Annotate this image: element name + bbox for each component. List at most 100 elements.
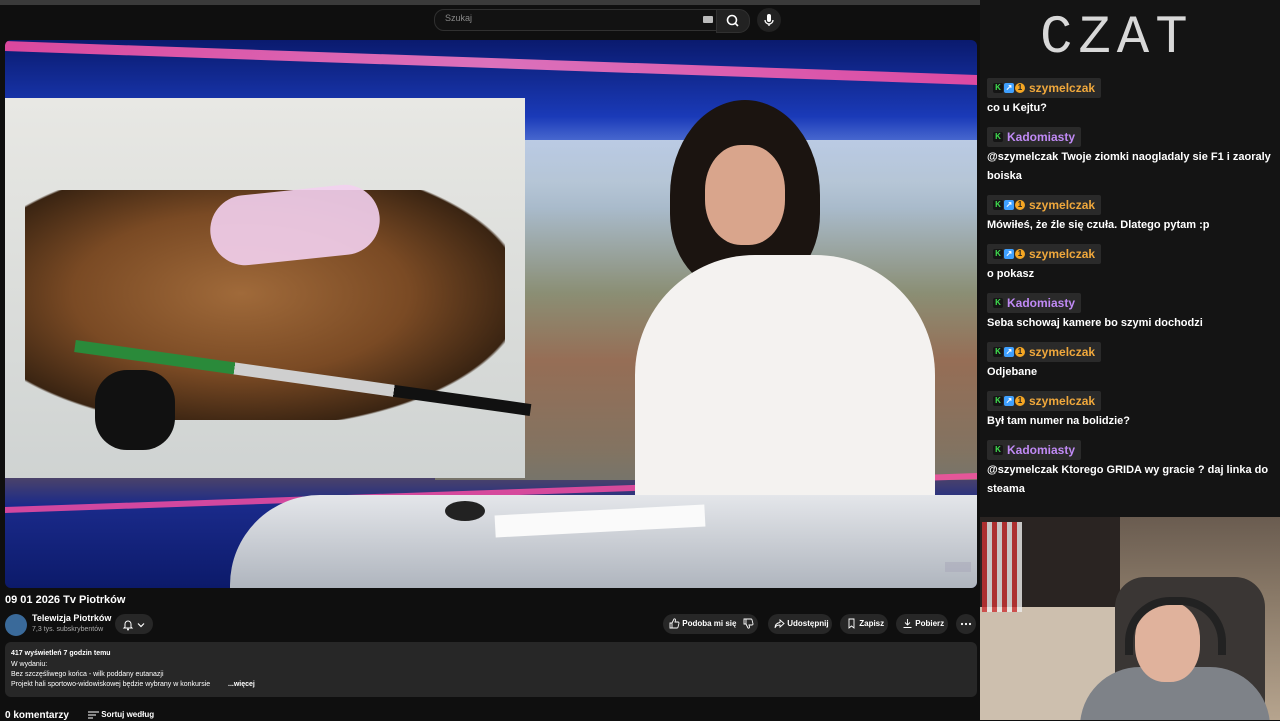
video-presenter-face: [705, 145, 785, 245]
like-label: Podoba mi się: [682, 619, 737, 628]
bookmark-icon: [848, 618, 855, 630]
like-button[interactable]: Podoba mi się: [669, 614, 736, 634]
chat-message-text: Odjebane: [987, 366, 1038, 379]
chat-username-tag: K ↗ 1 szymelczak: [987, 195, 1102, 216]
chat-badges: K ↗ 1: [993, 392, 1026, 410]
webcam-feed: [980, 517, 1280, 720]
video-watermark-logo: [945, 562, 971, 572]
kick-badge-icon: K: [993, 82, 1003, 93]
chat-message-text: @szymelczak Twoje ziomki naogladaly sie …: [987, 151, 1271, 183]
chat-username-tag: K Kadomiasty: [987, 293, 1082, 314]
chat-username-tag: K Kadomiasty: [987, 440, 1082, 461]
chat-badges: K: [993, 294, 1004, 312]
sort-button[interactable]: Sortuj według: [88, 710, 154, 719]
chat-badges: K ↗ 1: [993, 196, 1026, 214]
channel-name[interactable]: Telewizja Piotrków: [32, 613, 111, 623]
show-more-link[interactable]: ...więcej: [228, 681, 255, 688]
chat-message: K Kadomiasty @szymelczak Twoje ziomki naog…: [987, 127, 1277, 186]
save-button[interactable]: Zapisz: [840, 614, 888, 634]
cam-flag: [982, 522, 1022, 612]
channel-avatar[interactable]: [5, 614, 27, 636]
subscriber-badge-icon: 1: [1015, 199, 1025, 210]
chat-message: K ↗ 1 szymelczak Mówiłeś, że źle się czuła. …: [987, 195, 1277, 235]
kick-badge-icon: K: [993, 346, 1003, 357]
kick-badge-icon: K: [993, 131, 1003, 142]
keyboard-icon[interactable]: [703, 16, 713, 23]
download-button[interactable]: Pobierz: [896, 614, 948, 634]
search-icon: [726, 14, 739, 27]
download-icon: [903, 619, 912, 629]
chat-username[interactable]: szymelczak: [1029, 198, 1095, 212]
kick-badge-icon: K: [993, 297, 1003, 308]
kick-badge-icon: K: [993, 248, 1003, 259]
subscriber-badge-icon: 1: [1015, 248, 1025, 259]
chevron-down-icon: [137, 622, 145, 627]
voice-search-button[interactable]: [757, 8, 781, 32]
video-title: 09 01 2026 Tv Piotrków: [5, 594, 126, 606]
search-button[interactable]: [716, 9, 750, 33]
channel-subscribers: 7,3 tys. subskrybentów: [32, 626, 104, 633]
chat-username-tag: K ↗ 1 szymelczak: [987, 391, 1102, 412]
chat-title: CZAT: [1040, 8, 1194, 69]
description-line: Bez szczęśliwego końca - wilk poddany eu…: [11, 671, 164, 678]
chat-username[interactable]: Kadomiasty: [1007, 296, 1075, 310]
video-stripe: [5, 41, 977, 85]
share-icon: [774, 619, 785, 629]
chat-username[interactable]: szymelczak: [1029, 394, 1095, 408]
thumbs-down-icon: [743, 618, 754, 629]
chat-badges: K ↗ 1: [993, 343, 1026, 361]
dislike-button[interactable]: [743, 614, 754, 634]
like-dislike-group: Podoba mi się: [663, 614, 758, 634]
chat-username-tag: K ↗ 1 szymelczak: [987, 244, 1102, 265]
chat-username-tag: K ↗ 1 szymelczak: [987, 78, 1102, 99]
search-input[interactable]: Szukaj: [434, 9, 718, 31]
boost-badge-icon: ↗: [1004, 248, 1014, 259]
chat-username-tag: K ↗ 1 szymelczak: [987, 342, 1102, 363]
chat-message-text: Seba schowaj kamere bo szymi dochodzi: [987, 317, 1203, 330]
share-button[interactable]: Udostępnij: [768, 614, 832, 634]
chat-badges: K ↗ 1: [993, 79, 1026, 97]
video-player[interactable]: [5, 40, 977, 588]
kick-badge-icon: K: [993, 444, 1003, 455]
subscriber-badge-icon: 1: [1015, 395, 1025, 406]
notification-bell-button[interactable]: [115, 614, 153, 634]
thumbs-up-icon: [669, 618, 680, 629]
description-box[interactable]: 417 wyświetleń 7 godzin temu W wydaniu: …: [5, 642, 977, 697]
microphone-icon: [764, 14, 774, 26]
description-line: Projekt hali sportowo-widowiskowej będzi…: [11, 681, 211, 688]
chat-message: K ↗ 1 szymelczak co u Kejtu?: [987, 78, 1277, 118]
chat-message: K Kadomiasty @szymelczak Ktorego GRIDA wy …: [987, 440, 1277, 499]
chat-message: K ↗ 1 szymelczak Był tam numer na bolidzie?: [987, 391, 1277, 431]
chat-username[interactable]: Kadomiasty: [1007, 443, 1075, 457]
boost-badge-icon: ↗: [1004, 199, 1014, 210]
boost-badge-icon: ↗: [1004, 82, 1014, 93]
chat-message: K ↗ 1 szymelczak Odjebane: [987, 342, 1277, 382]
chat-message: K Kadomiasty Seba schowaj kamere bo szymi …: [987, 293, 1277, 333]
more-vertical-icon: [960, 622, 972, 625]
view-stats: 417 wyświetleń 7 godzin temu: [11, 650, 111, 657]
save-label: Zapisz: [859, 619, 885, 628]
chat-message-text: o pokasz: [987, 268, 1035, 281]
chat-username[interactable]: szymelczak: [1029, 247, 1095, 261]
search-placeholder: Szukaj: [445, 13, 473, 23]
comments-count: 0 komentarzy: [5, 710, 69, 721]
share-label: Udostępnij: [787, 619, 829, 628]
chat-message-text: @szymelczak Ktorego GRIDA wy gracie ? da…: [987, 464, 1269, 496]
kick-badge-icon: K: [993, 395, 1003, 406]
chat-message-text: co u Kejtu?: [987, 102, 1047, 115]
chat-badges: K: [993, 128, 1004, 146]
kick-badge-icon: K: [993, 199, 1003, 210]
subscriber-badge-icon: 1: [1015, 82, 1025, 93]
youtube-panel: Szukaj 09 01 2026 Tv Piotrków Telewizja …: [0, 0, 980, 721]
video-mouse: [445, 501, 485, 521]
download-label: Pobierz: [915, 619, 945, 628]
sort-icon: [88, 711, 99, 719]
more-actions-button[interactable]: [956, 614, 976, 634]
chat-username[interactable]: szymelczak: [1029, 81, 1095, 95]
chat-username[interactable]: szymelczak: [1029, 345, 1095, 359]
top-bar: Szukaj: [0, 0, 980, 40]
bell-icon: [122, 620, 133, 631]
chat-message-text: Mówiłeś, że źle się czuła. Dlatego pytam…: [987, 219, 1210, 232]
boost-badge-icon: ↗: [1004, 346, 1014, 357]
chat-username[interactable]: Kadomiasty: [1007, 130, 1075, 144]
